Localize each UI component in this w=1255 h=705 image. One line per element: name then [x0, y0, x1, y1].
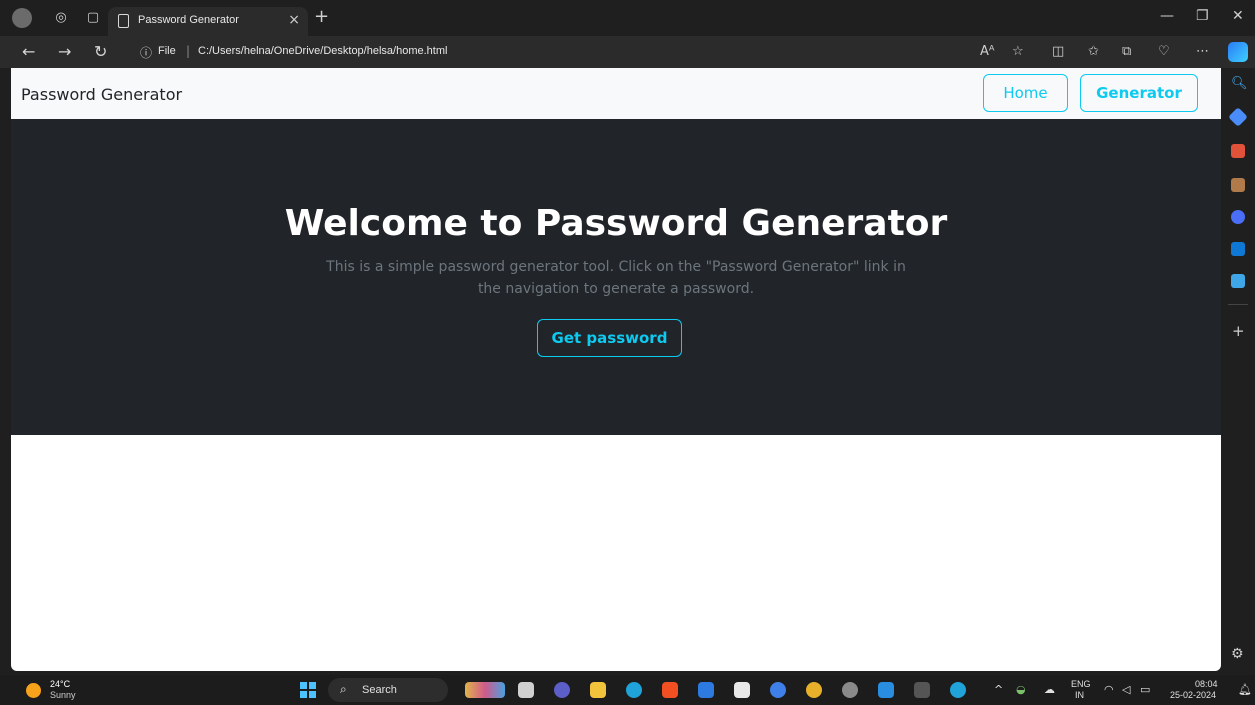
chrome-icon[interactable]	[806, 682, 822, 698]
sidebar-divider	[1228, 304, 1248, 305]
clock-time[interactable]: 08:04	[1195, 679, 1218, 689]
site-brand[interactable]: Password Generator	[21, 85, 182, 104]
widgets-app-icon[interactable]	[465, 682, 505, 698]
browser-toolbar: ← → ↻ ⓘ File | C:/Users/helna/OneDrive/D…	[0, 36, 1255, 68]
file-explorer-icon[interactable]	[590, 682, 606, 698]
info-icon[interactable]: ⓘ	[140, 44, 152, 61]
more-menu-icon[interactable]: ⋯	[1196, 44, 1209, 59]
outlook-icon[interactable]	[1231, 242, 1245, 256]
edge-icon[interactable]	[626, 682, 642, 698]
back-icon[interactable]: ←	[22, 42, 35, 61]
settings-app-icon[interactable]	[842, 682, 858, 698]
get-password-button[interactable]: Get password	[537, 319, 682, 357]
workspaces-icon[interactable]: ◎	[52, 9, 70, 27]
clock-date: 25-02-2024	[1170, 690, 1217, 700]
volume-icon[interactable]: ◁	[1122, 683, 1130, 696]
show-hidden-icons[interactable]: ^	[994, 683, 1003, 696]
teams-icon[interactable]	[554, 682, 570, 698]
url-text[interactable]: C:/Users/helna/OneDrive/Desktop/helsa/ho…	[198, 45, 447, 57]
send-icon[interactable]	[1231, 274, 1245, 288]
collections-icon[interactable]: ⧉	[1122, 44, 1131, 59]
edge-active-icon[interactable]	[950, 682, 966, 698]
favorite-star-icon[interactable]: ☆	[1012, 44, 1024, 59]
onedrive-cloud-icon[interactable]: ☁	[1044, 683, 1055, 696]
games-icon[interactable]	[1231, 178, 1245, 192]
search-icon: ⌕	[340, 682, 347, 696]
hero-title: Welcome to Password Generator	[284, 203, 948, 244]
performance-icon[interactable]: ♡	[1158, 44, 1170, 59]
restore-icon[interactable]: ❐	[1196, 8, 1209, 24]
tray-app-icon[interactable]: ◒	[1016, 683, 1026, 696]
tab-actions-icon[interactable]: ▢	[84, 9, 102, 27]
close-tab-icon[interactable]: ×	[288, 12, 300, 28]
task-view-icon[interactable]	[518, 682, 534, 698]
settings-gear-icon[interactable]: ⚙	[1231, 646, 1244, 662]
weather-condition: Sunny	[50, 690, 76, 700]
weather-temperature[interactable]: 24°C	[50, 679, 70, 689]
add-icon[interactable]: +	[1232, 322, 1245, 340]
terminal-icon[interactable]	[914, 682, 930, 698]
battery-icon[interactable]: ▭	[1140, 683, 1150, 696]
dev-app-icon[interactable]	[698, 682, 714, 698]
tab-password-generator[interactable]: Password Generator ×	[108, 7, 308, 36]
forward-icon[interactable]: →	[58, 42, 71, 61]
windows-taskbar: 24°C Sunny ⌕ Search ^ ◒ ☁ ENG IN ◠ ◁ ▭ 0…	[0, 675, 1255, 705]
tab-title: Password Generator	[138, 14, 239, 26]
language-code[interactable]: ENG	[1071, 679, 1091, 689]
page-viewport: Password Generator Home Generator Welcom…	[11, 68, 1221, 671]
hero-description: This is a simple password generator tool…	[326, 259, 906, 297]
page-icon	[118, 14, 129, 28]
site-navbar: Password Generator Home Generator	[11, 68, 1221, 119]
copilot-sidebar-icon[interactable]	[1231, 210, 1245, 224]
copilot-icon[interactable]	[1228, 42, 1248, 62]
app-a-icon[interactable]	[770, 682, 786, 698]
split-screen-icon[interactable]: ◫	[1052, 44, 1064, 59]
search-icon[interactable]: 🔍︎	[1231, 76, 1248, 91]
favorites-icon[interactable]: ✩	[1088, 44, 1099, 59]
search-label: Search	[362, 684, 397, 696]
taskbar-search[interactable]: ⌕ Search	[328, 678, 448, 702]
minimize-icon[interactable]: —	[1160, 8, 1174, 24]
weather-sun-icon[interactable]	[26, 683, 41, 698]
nav-generator-button[interactable]: Generator	[1080, 74, 1198, 112]
address-bar[interactable]: ⓘ File | C:/Users/helna/OneDrive/Desktop…	[128, 40, 1018, 64]
tools-briefcase-icon[interactable]	[1231, 144, 1245, 158]
wifi-icon[interactable]: ◠	[1104, 683, 1114, 696]
vscode-icon[interactable]	[878, 682, 894, 698]
notification-bell-icon[interactable]: 🔔︎	[1238, 683, 1252, 696]
browser-tab-strip: ◎ ▢ Password Generator × + — ❐ ✕	[0, 0, 1255, 36]
nav-home-button[interactable]: Home	[983, 74, 1068, 112]
read-aloud-icon[interactable]: Aᴬ	[980, 44, 995, 59]
new-tab-button[interactable]: +	[314, 6, 329, 27]
close-window-icon[interactable]: ✕	[1232, 8, 1244, 24]
windows-start-icon[interactable]	[300, 682, 316, 698]
profile-avatar[interactable]	[12, 8, 32, 28]
shopping-tag-icon[interactable]	[1228, 107, 1248, 127]
hero-section: Welcome to Password Generator This is a …	[11, 119, 1221, 435]
file-label: File	[158, 45, 176, 57]
browser-sidebar: 🔍︎ + ⚙	[1221, 68, 1255, 671]
amazon-icon[interactable]	[734, 682, 750, 698]
language-region: IN	[1075, 690, 1084, 700]
refresh-icon[interactable]: ↻	[94, 42, 107, 61]
store-icon[interactable]	[662, 682, 678, 698]
address-separator: |	[186, 44, 191, 58]
